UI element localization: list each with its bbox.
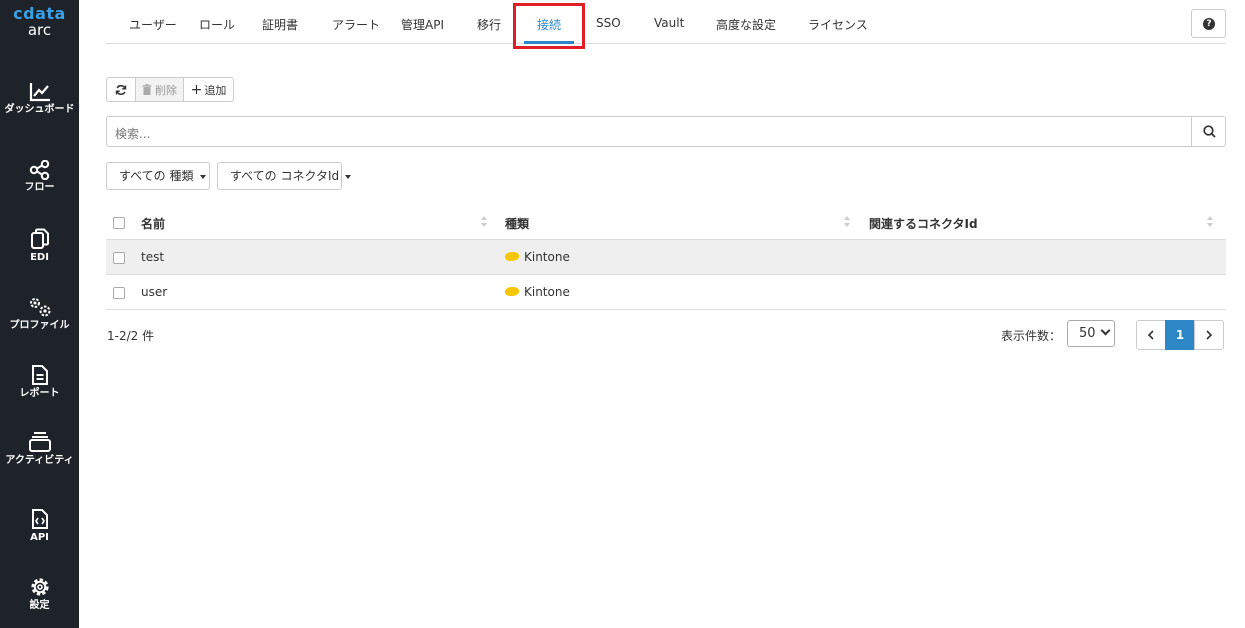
delete-label: 削除 <box>155 83 177 97</box>
tab-vault[interactable]: Vault <box>654 16 684 30</box>
connection-name[interactable]: test <box>141 250 164 264</box>
per-page-value: 50 <box>1079 326 1096 341</box>
sidebar-item-label: API <box>30 532 49 543</box>
highlight-box <box>513 3 585 49</box>
column-header-name[interactable]: 名前 <box>141 215 165 232</box>
sidebar-item-dashboard[interactable]: ダッシュボード <box>0 82 79 115</box>
gear-icon <box>30 578 49 596</box>
search-button[interactable] <box>1191 117 1225 146</box>
logo[interactable]: cdata arc <box>0 4 79 39</box>
copy-icon <box>30 228 49 249</box>
add-label: 追加 <box>204 83 227 97</box>
help-button[interactable]: ? <box>1191 9 1226 38</box>
sidebar-item-settings[interactable]: 設定 <box>0 576 79 611</box>
tab-migration[interactable]: 移行 <box>477 16 501 33</box>
layers-icon <box>28 432 51 452</box>
sort-icon[interactable] <box>480 216 488 230</box>
caret-down-icon <box>199 174 206 179</box>
prev-page-button[interactable] <box>1136 320 1166 350</box>
trash-icon <box>142 84 152 95</box>
tab-roles[interactable]: ロール <box>199 16 235 33</box>
tab-license[interactable]: ライセンス <box>808 16 868 33</box>
record-count: 1-2/2 件 <box>107 329 155 343</box>
tab-admin-api[interactable]: 管理API <box>401 16 444 33</box>
table-header: 名前 種類 関連するコネクタId <box>106 205 1226 240</box>
connector-filter-dropdown[interactable]: すべての コネクタId <box>217 162 352 190</box>
row-checkbox[interactable] <box>113 287 125 299</box>
sort-icon[interactable] <box>1206 216 1214 230</box>
logo-product: arc <box>27 21 52 39</box>
chevron-down-icon <box>1100 325 1111 336</box>
sidebar-item-label: アクティビティ <box>5 455 74 466</box>
toolbar: 削除 + 追加 <box>106 77 234 102</box>
type-filter-label: すべての 種類 <box>119 169 194 183</box>
tab-certificates[interactable]: 証明書 <box>262 16 298 33</box>
tab-sso[interactable]: SSO <box>596 16 621 30</box>
chart-line-icon <box>29 83 50 102</box>
page-button[interactable]: 1 <box>1165 320 1195 350</box>
add-button[interactable]: + 追加 <box>183 77 234 102</box>
kintone-icon <box>505 252 519 261</box>
sidebar: cdata arc ダッシュボード フロー EDI プロファイル レポート アク… <box>0 0 79 628</box>
sidebar-item-flow[interactable]: フロー <box>0 160 79 193</box>
connection-type-label: Kintone <box>524 250 570 264</box>
connection-type: Kintone <box>505 285 570 299</box>
kintone-icon <box>505 287 519 296</box>
next-page-button[interactable] <box>1194 320 1224 350</box>
tab-users[interactable]: ユーザー <box>129 16 177 33</box>
caret-down-icon <box>345 174 352 179</box>
sidebar-item-label: プロファイル <box>9 320 70 331</box>
share-nodes-icon <box>29 160 49 180</box>
sidebar-item-activity[interactable]: アクティビティ <box>0 431 79 466</box>
search-icon <box>1203 125 1216 138</box>
settings-tabs: ユーザー ロール 証明書 アラート 管理API 移行 接続 SSO Vault … <box>106 0 1226 44</box>
connection-type-label: Kintone <box>524 285 570 299</box>
chevron-right-icon <box>1206 330 1213 340</box>
sidebar-item-edi[interactable]: EDI <box>0 228 79 263</box>
chevron-left-icon <box>1147 330 1154 340</box>
sidebar-item-profile[interactable]: プロファイル <box>0 296 79 331</box>
plus-icon: + <box>190 81 203 98</box>
sidebar-item-label: レポート <box>19 388 60 399</box>
sidebar-item-report[interactable]: レポート <box>0 364 79 399</box>
row-checkbox[interactable] <box>113 252 125 264</box>
per-page-label: 表示件数： <box>1001 329 1062 343</box>
sort-icon[interactable] <box>843 216 851 230</box>
type-filter-dropdown[interactable]: すべての 種類 <box>106 162 210 190</box>
search-input[interactable]: 検索... <box>115 125 150 142</box>
table-row[interactable]: test Kintone <box>106 240 1226 275</box>
tab-alerts[interactable]: アラート <box>332 16 380 33</box>
connection-name[interactable]: user <box>141 285 167 299</box>
column-header-connector[interactable]: 関連するコネクタId <box>869 215 978 232</box>
sidebar-item-api[interactable]: API <box>0 508 79 543</box>
question-circle-icon: ? <box>1203 18 1215 30</box>
pagination: 1 <box>1136 320 1224 350</box>
select-all-checkbox[interactable] <box>113 217 125 229</box>
sidebar-item-label: EDI <box>30 252 49 263</box>
sidebar-item-label: ダッシュボード <box>4 104 75 115</box>
tab-advanced[interactable]: 高度な設定 <box>716 16 776 33</box>
file-text-icon <box>31 365 48 385</box>
refresh-button[interactable] <box>106 77 136 102</box>
sidebar-item-label: フロー <box>24 182 55 193</box>
file-code-icon <box>31 509 48 529</box>
search-bar: 検索... <box>106 116 1226 147</box>
connection-type: Kintone <box>505 250 570 264</box>
table-row[interactable]: user Kintone <box>106 275 1226 310</box>
per-page-select[interactable]: 50 <box>1067 320 1115 347</box>
sidebar-item-label: 設定 <box>29 600 50 611</box>
connector-filter-label: すべての コネクタId <box>230 169 340 183</box>
gears-icon <box>29 298 50 317</box>
refresh-icon <box>115 84 127 95</box>
column-header-type[interactable]: 種類 <box>505 215 529 232</box>
delete-button[interactable]: 削除 <box>135 77 184 102</box>
